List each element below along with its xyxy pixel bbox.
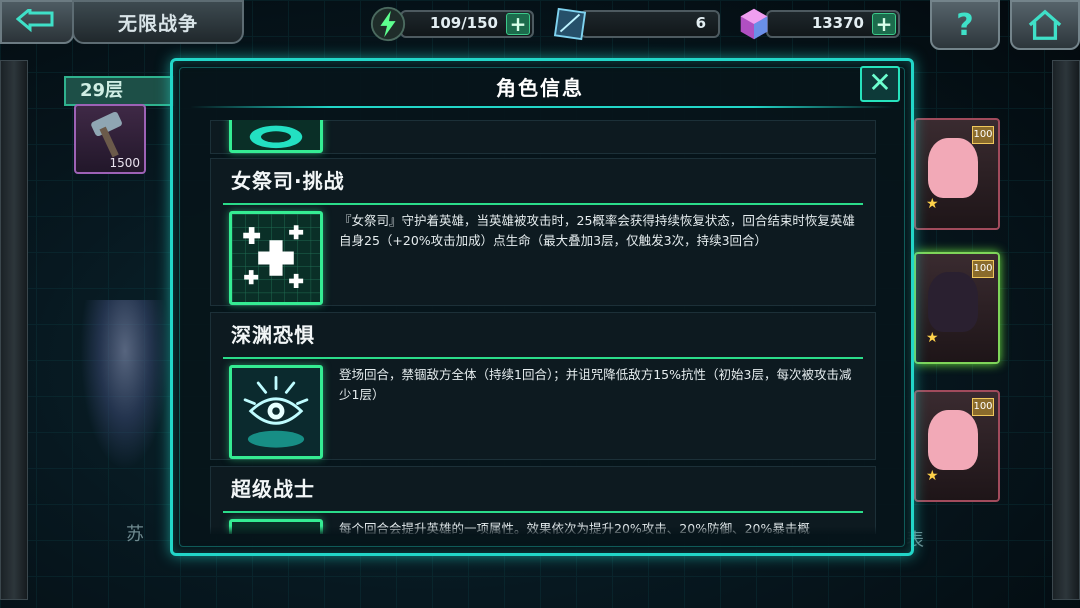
- hero-level-badge: 100: [972, 126, 994, 144]
- home-button[interactable]: [1010, 0, 1080, 50]
- left-frame-rail: [0, 60, 28, 600]
- skill-entry: 超级战士 每个回合会提升英雄的一项属性。效果依次为提升20%攻击、20%防御、2…: [210, 466, 876, 534]
- floor-indicator: 29层: [64, 76, 174, 106]
- skill-entry: 女祭司·挑战 『女祭司』守护着英雄，当英雄被攻击时，25概率会获得持续恢复状态，…: [210, 158, 876, 306]
- energy-value: 109/150: [429, 14, 498, 32]
- healing-crosses-icon: [229, 211, 323, 305]
- home-icon: [1028, 9, 1062, 40]
- gem-plus-button[interactable]: +: [872, 13, 896, 35]
- header-divider: [190, 106, 894, 108]
- back-arrow-icon: [16, 9, 54, 33]
- skill-divider: [223, 511, 863, 513]
- skill-description: 『女祭司』守护着英雄，当英雄被攻击时，25概率会获得持续恢复状态，回合结束时恢复…: [339, 213, 855, 248]
- energy-plus-button[interactable]: +: [506, 13, 530, 35]
- energy-bolt-icon: [368, 4, 408, 44]
- skill-divider: [223, 357, 863, 359]
- help-button[interactable]: ?: [930, 0, 1000, 50]
- hero-level-badge: 100: [972, 398, 994, 416]
- hero-card[interactable]: 100 ★: [914, 252, 1000, 364]
- skill-name: 超级战士: [231, 477, 315, 501]
- hero-portrait: [928, 410, 978, 470]
- help-icon: ?: [956, 7, 974, 43]
- right-frame-rail: [1052, 60, 1080, 600]
- back-button[interactable]: [0, 0, 74, 44]
- hero-card[interactable]: 100 ★: [914, 118, 1000, 230]
- item-count: 1500: [109, 156, 140, 170]
- dialog-header: 角色信息: [340, 70, 740, 110]
- hero-level-badge: 100: [972, 260, 994, 278]
- skill-description: 登场回合，禁锢敌方全体（持续1回合）；并诅咒降低敌方15%抗性（初始3层，每次被…: [339, 367, 852, 402]
- crystal-counter: 6: [580, 10, 720, 38]
- background-label-left: 苏: [126, 524, 144, 545]
- skill-icon-partial: [229, 120, 323, 153]
- game-screen: 无限战争 109/150 + 6 13370 + ? 29层 1500 苏 表 …: [0, 0, 1080, 608]
- skills-list[interactable]: 女祭司·挑战 『女祭司』守护着英雄，当英雄被攻击时，25概率会获得持续恢复状态，…: [210, 120, 876, 534]
- dialog-title: 角色信息: [496, 76, 584, 100]
- gem-value: 13370: [811, 14, 864, 32]
- gem-cube-icon: [734, 4, 774, 44]
- skill-entry-partial: [210, 120, 876, 154]
- hero-portrait: [928, 138, 978, 198]
- scroll-fade: [210, 526, 876, 536]
- reward-item-card[interactable]: 1500: [74, 104, 146, 174]
- star-icon: ★: [926, 330, 939, 346]
- skill-entry: 深渊恐惧 登场回合，禁锢敌方全体（持续1回合）；并诅咒降低敌方15%抗性（初始3…: [210, 312, 876, 460]
- star-icon: ★: [926, 196, 939, 212]
- hero-portrait: [928, 272, 978, 332]
- close-button[interactable]: ✕: [860, 66, 900, 102]
- crystal-icon: [550, 4, 590, 44]
- energy-counter: 109/150 +: [400, 10, 534, 38]
- skill-divider: [223, 203, 863, 205]
- abyss-eye-icon: [229, 365, 323, 459]
- mode-tab[interactable]: 无限战争: [72, 0, 244, 44]
- gem-counter: 13370 +: [766, 10, 900, 38]
- background-character: [80, 300, 170, 470]
- skill-name: 女祭司·挑战: [231, 169, 345, 193]
- hero-card[interactable]: 100 ★: [914, 390, 1000, 502]
- skill-name: 深渊恐惧: [231, 323, 315, 347]
- crystal-value: 6: [695, 14, 706, 32]
- star-icon: ★: [926, 468, 939, 484]
- character-info-dialog: 角色信息 ✕ 女祭司·挑战 『女祭司』守护着英雄，当英雄被攻击时，25概率会获得…: [170, 58, 914, 556]
